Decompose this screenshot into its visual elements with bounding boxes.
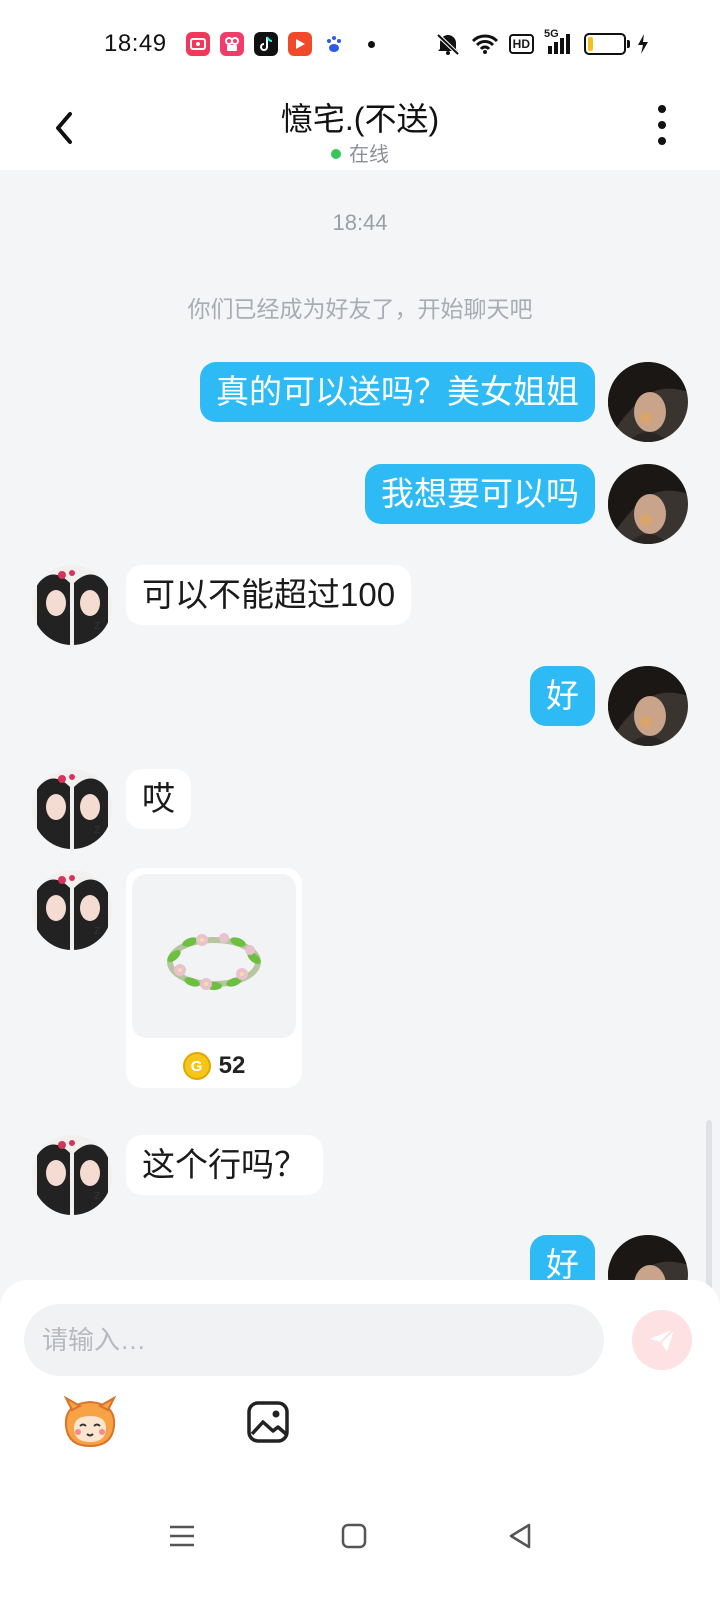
video-app-icon [288, 32, 312, 56]
more-options-icon[interactable] [652, 102, 672, 148]
contact-name: 憶宅.(不送) [280, 101, 440, 137]
online-status: 在线 [0, 138, 720, 167]
flower-wreath-icon [132, 874, 296, 1038]
hd-icon: HD [508, 34, 534, 54]
svg-text:z: z [94, 822, 100, 836]
notification-dot [368, 40, 375, 48]
message-timestamp: 18:44 [332, 210, 388, 235]
mute-icon [436, 33, 460, 56]
message-bubble-incoming[interactable]: 这个行吗？ [126, 1135, 323, 1195]
send-icon [650, 1328, 675, 1352]
message-bubble-outgoing[interactable]: 我想要可以吗 [365, 464, 595, 524]
image-picker-icon[interactable] [246, 1400, 290, 1444]
system-navigation-bar [0, 1480, 720, 1600]
baidu-app-icon [322, 32, 346, 56]
emoji-sticker-icon[interactable] [60, 1396, 120, 1450]
back-icon[interactable] [500, 1516, 540, 1556]
message-bubble-incoming[interactable]: 哎 [126, 769, 191, 829]
message-bubble-incoming[interactable]: 可以不能超过100 [126, 565, 412, 625]
message-bubble-outgoing[interactable]: 好 [530, 666, 595, 726]
screen-record-icon [186, 32, 210, 56]
contact-avatar[interactable]: z [32, 769, 112, 849]
send-button[interactable] [632, 1310, 692, 1370]
menu-icon[interactable] [162, 1516, 202, 1556]
kuaishou-app-icon [220, 32, 244, 56]
status-time: 18:49 [104, 30, 167, 57]
message-bubble-outgoing[interactable]: 真的可以送吗？美女姐姐 [200, 362, 595, 422]
my-avatar[interactable] [608, 362, 688, 442]
svg-text:z: z [94, 618, 100, 632]
svg-text:z: z [94, 923, 100, 937]
svg-text:z: z [94, 1188, 100, 1202]
status-system-icons: HD 5G [435, 28, 650, 56]
charging-icon [638, 34, 648, 54]
chat-message-list[interactable]: 18:44 你们已经成为好友了，开始聊天吧 真的可以送吗？美女姐姐 我想要可以吗… [0, 170, 720, 1310]
scrollbar-thumb[interactable] [706, 1120, 712, 1290]
status-app-icons [186, 32, 375, 56]
contact-avatar[interactable]: z [32, 870, 112, 950]
my-avatar[interactable] [608, 666, 688, 746]
gift-price: G 52 [126, 1052, 302, 1080]
tiktok-app-icon [254, 32, 278, 56]
contact-avatar[interactable]: z [32, 565, 112, 645]
contact-avatar[interactable]: z [32, 1135, 112, 1215]
battery-icon [584, 33, 630, 55]
online-dot-icon [331, 148, 341, 159]
signal-icon: 5G [544, 28, 574, 56]
home-icon[interactable] [334, 1516, 374, 1556]
status-bar: 18:49 HD 5G [0, 0, 720, 90]
wifi-icon [471, 34, 498, 54]
chat-header: 憶宅.(不送) 在线 [0, 90, 720, 170]
gift-message-card[interactable]: G 52 [126, 868, 302, 1088]
my-avatar[interactable] [608, 464, 688, 544]
system-message: 你们已经成为好友了，开始聊天吧 [187, 296, 533, 322]
coin-icon: G [182, 1052, 211, 1080]
message-input-panel [0, 1280, 720, 1480]
message-input[interactable] [24, 1304, 604, 1376]
